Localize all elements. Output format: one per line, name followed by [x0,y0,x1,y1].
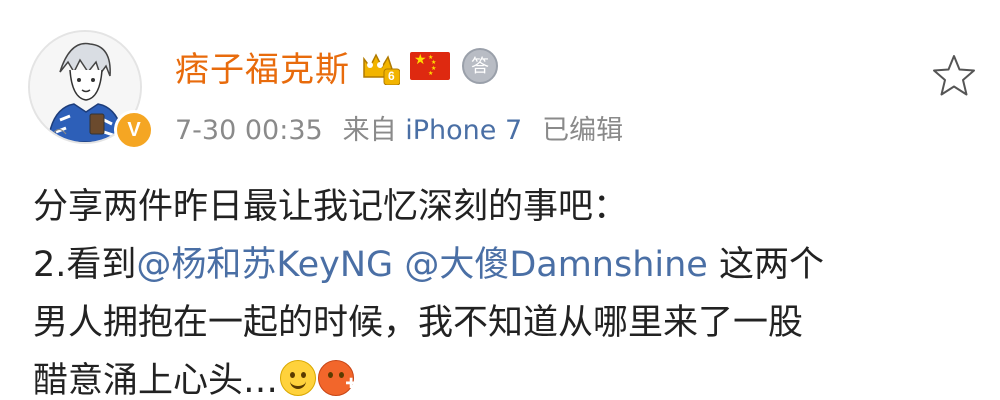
content-text: 这两个 [707,245,824,285]
content-line: 分享两件昨日最让我记忆深刻的事吧： [33,187,629,227]
mention-link[interactable]: @杨和苏KeyNG [136,245,393,285]
source-link[interactable]: iPhone 7 [405,115,522,146]
content-line: 2.看到@杨和苏KeyNG @大傻Damnshine 这两个 [33,236,983,294]
source-prefix: 来自 [342,115,397,146]
flag-star-icon: ★ [428,70,434,77]
author-header: 痞子福克斯 6 ★ ★ ★ ★ ★ 答 [175,40,498,92]
crown-level: 6 [388,69,395,83]
answer-badge-icon[interactable]: 答 [462,48,498,84]
post-content: 分享两件昨日最让我记忆深刻的事吧： 2.看到@杨和苏KeyNG @大傻Damns… [33,178,983,400]
verified-badge-icon: V [114,110,154,150]
mention-link[interactable]: @大傻Damnshine [404,245,708,285]
author-name[interactable]: 痞子福克斯 [175,42,350,91]
content-line: 男人拥抱在一起的时候，我不知道从哪里来了一股 [33,303,804,343]
edited-label[interactable]: 已编辑 [542,115,623,146]
post-time[interactable]: 7-30 00:35 [175,115,323,146]
post-meta: 7-30 00:35 来自 iPhone 7 已编辑 [175,108,623,147]
weibo-post: V 痞子福克斯 6 ★ ★ ★ ★ ★ 答 7-30 00:35 来自 iPho… [0,0,1000,400]
avatar-container[interactable]: V [28,30,154,150]
content-text: 醋意涌上心头… [33,361,279,400]
star-outline-icon [933,55,975,96]
content-line: 醋意涌上心头… ✚ [33,352,983,400]
flag-star-icon: ★ [414,52,427,68]
china-flag-icon[interactable]: ★ ★ ★ ★ ★ [410,52,450,80]
crown-icon[interactable]: 6 [360,47,401,86]
favorite-button[interactable] [930,52,978,100]
angry-emoji-icon: ✚ [318,360,357,396]
smile-emoji-icon [280,360,317,396]
content-text: 2.看到 [33,245,137,285]
